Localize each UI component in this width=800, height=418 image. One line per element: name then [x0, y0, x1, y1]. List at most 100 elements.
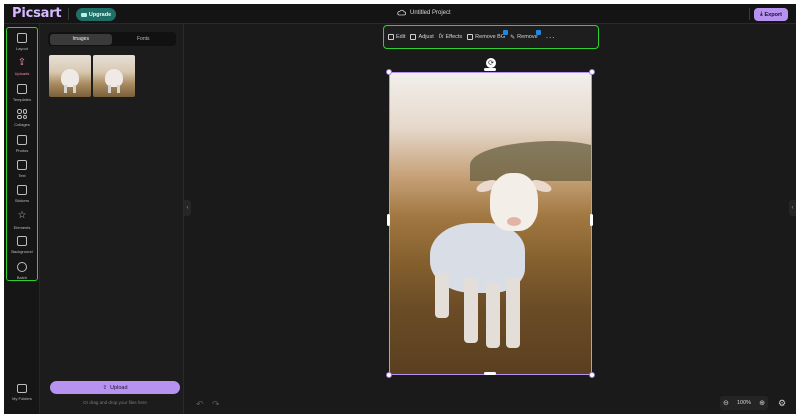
rail-item-label: Elements: [13, 225, 31, 230]
templates-icon: [17, 84, 27, 94]
upload-label: Upload: [110, 384, 128, 391]
remove-label: Remove: [517, 34, 538, 40]
effects-button[interactable]: fx Effects: [439, 34, 462, 40]
adjust-label: Adjust: [418, 34, 434, 40]
divider: [68, 8, 69, 20]
uploaded-image-thumbnail[interactable]: [93, 55, 135, 97]
rail-item-label: Batch: [16, 275, 28, 280]
chevron-right-icon: ‹: [791, 205, 794, 211]
rail-item-layout[interactable]: Layout: [6, 32, 38, 56]
rail-item-label: Templates: [12, 97, 32, 102]
background-icon: [17, 236, 27, 246]
stickers-icon: [17, 185, 27, 195]
my-folders-label: My Folders: [12, 396, 32, 401]
rail-item-text[interactable]: Text: [6, 159, 38, 183]
resize-handle[interactable]: [386, 372, 392, 378]
project-title[interactable]: Untitled Project: [397, 9, 451, 16]
zoom-out-icon[interactable]: ⊖: [723, 399, 729, 407]
upgrade-label: Upgrade: [88, 11, 112, 18]
rail-item-label: Collages: [14, 122, 30, 127]
elements-icon: ☆: [17, 210, 27, 221]
more-options-icon[interactable]: ···: [546, 33, 556, 42]
my-folders-button[interactable]: My Folders: [6, 382, 38, 408]
tab-images[interactable]: Images: [49, 33, 112, 45]
remove-bg-label: Remove BG: [475, 34, 506, 40]
remove-bg-button[interactable]: Remove BG: [467, 30, 509, 40]
upload-icon: ⇪: [17, 57, 27, 68]
picsart-logo[interactable]: Picsart: [12, 6, 62, 21]
image-toolbar: Edit Adjust fx Effects Remove BG ✎ Remov…: [383, 25, 599, 49]
collages-icon: [17, 109, 27, 119]
photos-icon: [17, 135, 27, 145]
text-icon: [17, 160, 27, 170]
uploaded-images-grid: [49, 55, 135, 97]
resize-handle[interactable]: [387, 214, 390, 226]
rail-item-batch[interactable]: Batch: [6, 261, 38, 285]
batch-icon: [17, 262, 27, 272]
effects-label: Effects: [445, 34, 463, 40]
layout-icon: [17, 33, 27, 43]
top-bar: Picsart Upgrade Untitled Project ⤓ Expor…: [4, 4, 796, 24]
divider: [749, 8, 750, 20]
cloud-icon: [397, 9, 406, 16]
resize-handle[interactable]: [386, 69, 392, 75]
panel-tabs: Images Fonts: [48, 32, 176, 46]
upload-icon: ⇪: [102, 384, 108, 391]
resize-handle[interactable]: [484, 68, 496, 71]
resize-handle[interactable]: [589, 69, 595, 75]
upload-button[interactable]: ⇪ Upload: [50, 381, 180, 394]
edit-icon: [388, 34, 394, 40]
rail-item-collages[interactable]: Collages: [6, 108, 38, 132]
edit-label: Edit: [396, 34, 406, 40]
zoom-control: ⊖ 100% ⊕: [720, 396, 768, 410]
rail-item-label: Layout: [15, 46, 28, 51]
rail-item-stickers[interactable]: Stickers: [6, 184, 38, 208]
rail-item-label: Text: [18, 173, 26, 178]
adjust-icon: [410, 34, 417, 40]
rail-item-templates[interactable]: Templates: [6, 83, 38, 107]
resize-handle[interactable]: [484, 372, 496, 375]
canvas-image[interactable]: [389, 72, 592, 375]
crown-icon: [80, 12, 87, 17]
export-label: Export: [764, 11, 782, 18]
undo-icon[interactable]: ↶: [196, 399, 204, 410]
adjust-button[interactable]: Adjust: [410, 34, 434, 40]
picsart-editor: Picsart Upgrade Untitled Project ⤓ Expor…: [4, 4, 796, 414]
rotate-handle-icon[interactable]: ⟳: [486, 58, 496, 68]
eraser-icon: ✎: [510, 34, 516, 41]
premium-badge-icon: [503, 30, 509, 35]
edit-button[interactable]: Edit: [388, 34, 405, 40]
rail-item-uploads[interactable]: ⇪ Uploads: [6, 57, 38, 81]
resize-handle[interactable]: [590, 214, 593, 226]
lamb-photo: [390, 73, 591, 374]
rail-item-label: Photos: [15, 148, 29, 153]
uploaded-image-thumbnail[interactable]: [49, 55, 91, 97]
project-title-text: Untitled Project: [410, 9, 451, 16]
rail-item-background[interactable]: Background: [6, 235, 38, 259]
effects-icon: fx: [438, 34, 444, 40]
export-button[interactable]: ⤓ Export: [754, 8, 788, 21]
folder-icon: [17, 384, 27, 393]
remove-bg-icon: [467, 34, 474, 40]
upgrade-button[interactable]: Upgrade: [76, 8, 116, 21]
left-tool-rail: Layout ⇪ Uploads Templates Collages Phot…: [4, 24, 40, 414]
rail-item-photos[interactable]: Photos: [6, 134, 38, 158]
zoom-level[interactable]: 100%: [737, 400, 751, 406]
chevron-left-icon: ‹: [186, 205, 189, 211]
remove-button[interactable]: ✎ Remove: [510, 29, 541, 41]
rail-item-label: Background: [11, 249, 33, 254]
tab-fonts[interactable]: Fonts: [112, 34, 175, 45]
zoom-in-icon[interactable]: ⊕: [759, 399, 765, 407]
upload-hint: Or drag and drop your files here: [83, 400, 147, 405]
collapse-panel-button[interactable]: ‹: [184, 200, 191, 216]
uploads-panel: Images Fonts ⇪ Upload Or drag and drop y…: [40, 24, 184, 414]
expand-right-panel-button[interactable]: ‹: [789, 200, 796, 216]
premium-badge-icon: [535, 29, 541, 35]
settings-icon[interactable]: ⚙: [776, 397, 788, 409]
rail-item-label: Uploads: [14, 71, 30, 76]
rail-item-elements[interactable]: ☆ Elements: [6, 210, 38, 234]
rail-item-label: Stickers: [14, 198, 30, 203]
download-icon: ⤓: [760, 11, 763, 17]
redo-icon[interactable]: ↷: [212, 399, 220, 410]
resize-handle[interactable]: [589, 372, 595, 378]
